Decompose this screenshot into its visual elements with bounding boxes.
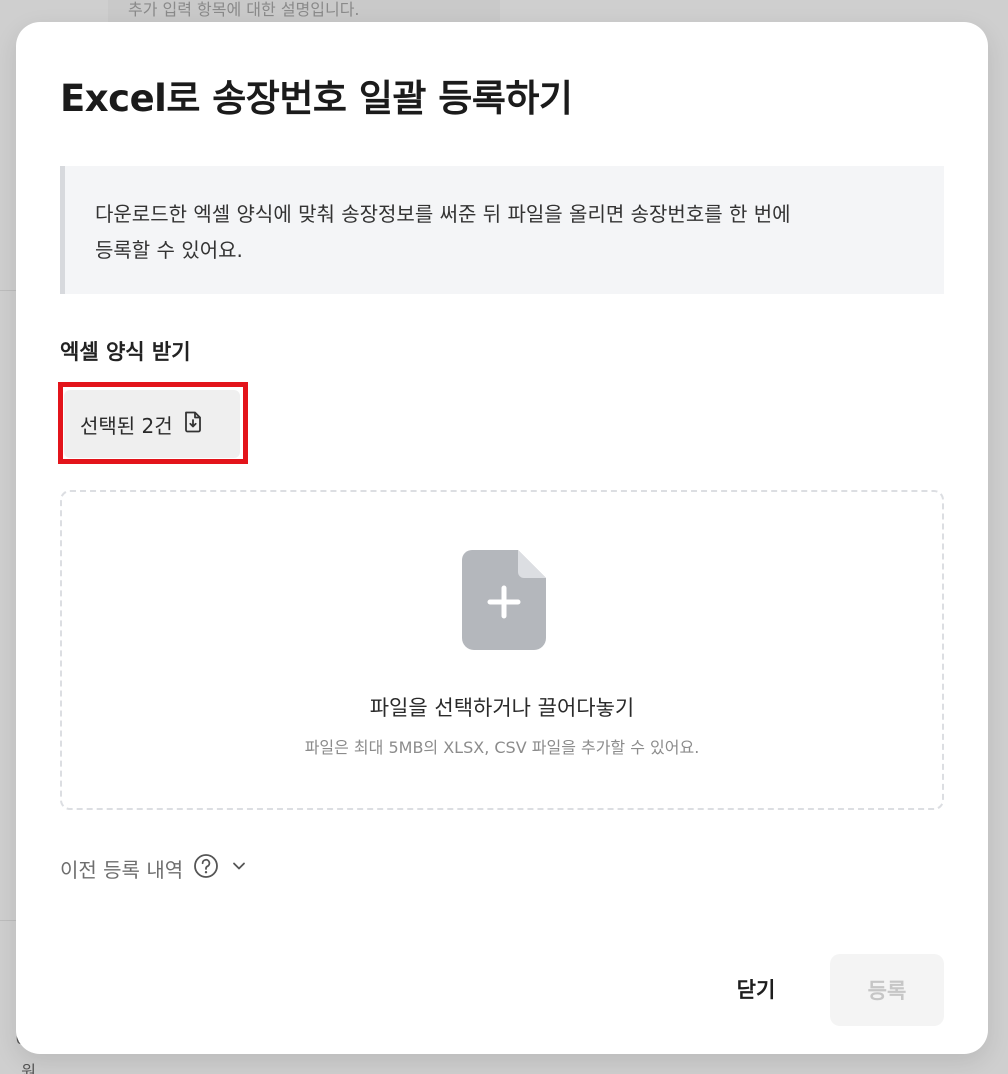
download-template-button[interactable]: 선택된 2건: [64, 390, 240, 458]
close-button[interactable]: 닫기: [708, 956, 804, 1022]
previous-history-label: 이전 등록 내역: [60, 857, 184, 882]
background-description: 추가 입력 항목에 대한 설명입니다.: [128, 0, 360, 19]
file-add-icon: [462, 550, 546, 650]
template-section-label: 엑셀 양식 받기: [60, 340, 191, 364]
info-text-line-1: 다운로드한 엑셀 양식에 맞춰 송장정보를 써준 뒤 파일을 올리면 송장번호를…: [95, 202, 791, 226]
modal-title: Excel로 송장번호 일괄 등록하기: [60, 77, 573, 120]
previous-history-toggle[interactable]: 이전 등록 내역: [60, 850, 249, 886]
dropzone-title: 파일을 선택하거나 끌어다놓기: [369, 696, 635, 720]
info-box: 다운로드한 엑셀 양식에 맞춰 송장정보를 써준 뒤 파일을 올리면 송장번호를…: [60, 166, 944, 294]
chevron-down-icon[interactable]: [229, 856, 249, 880]
excel-upload-modal: Excel로 송장번호 일괄 등록하기 다운로드한 엑셀 양식에 맞춰 송장정보…: [16, 22, 988, 1054]
question-circle-icon[interactable]: [193, 853, 219, 883]
file-dropzone[interactable]: 파일을 선택하거나 끌어다놓기 파일은 최대 5MB의 XLSX, CSV 파일…: [60, 490, 944, 810]
file-download-icon: [183, 410, 203, 438]
download-button-label: 선택된 2건: [80, 413, 173, 438]
submit-button[interactable]: 등록: [830, 954, 944, 1026]
info-text-line-2: 등록할 수 있어요.: [95, 238, 243, 262]
dropzone-subtitle: 파일은 최대 5MB의 XLSX, CSV 파일을 추가할 수 있어요.: [304, 738, 700, 757]
